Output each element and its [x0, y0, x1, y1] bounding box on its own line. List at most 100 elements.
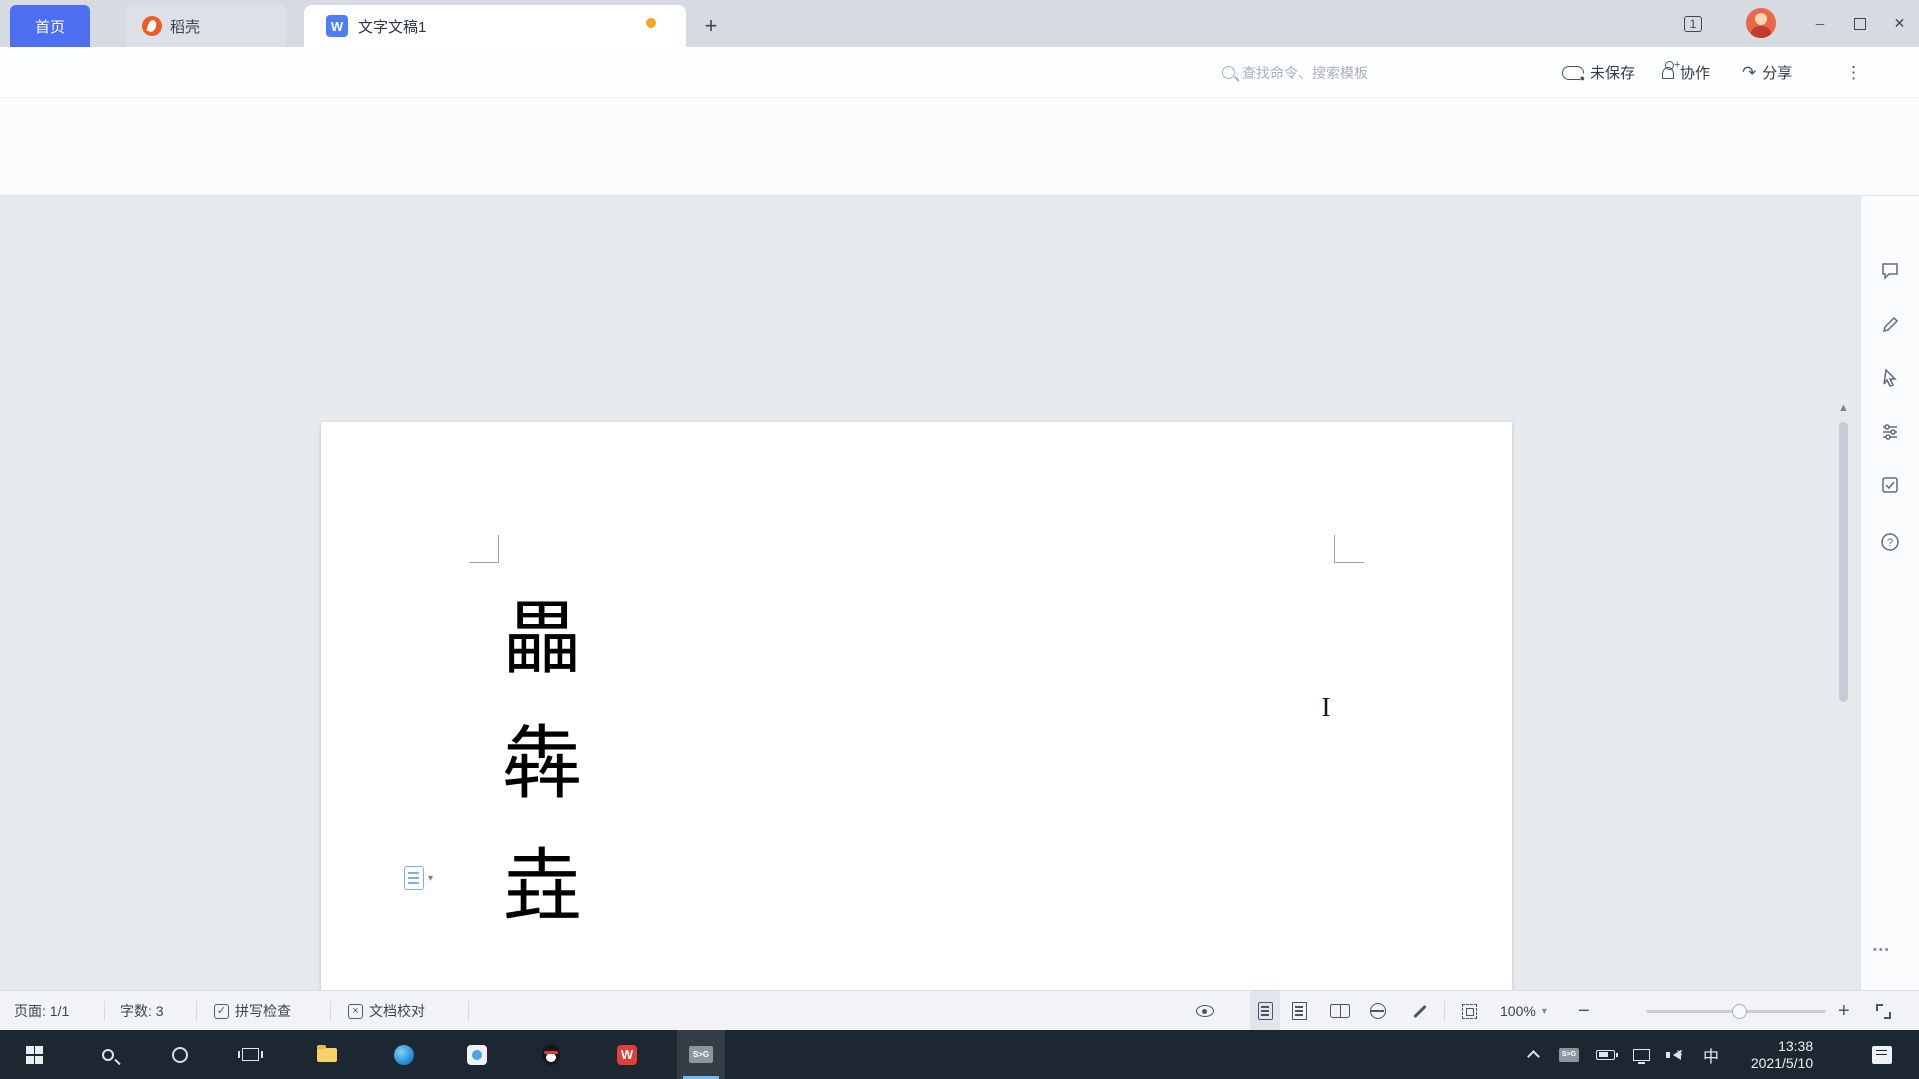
collaborate-button[interactable]: 协作 — [1662, 59, 1710, 86]
folder-icon — [317, 1048, 337, 1062]
page-indicator: 页面: 1/1 — [14, 991, 69, 1031]
word-count[interactable]: 字数: 3 — [120, 991, 164, 1031]
qq-button[interactable] — [527, 1030, 575, 1079]
minimize-button[interactable] — [1800, 0, 1840, 47]
edge-icon — [394, 1045, 414, 1065]
comment-panel-icon[interactable] — [1877, 258, 1903, 284]
command-search[interactable] — [1222, 58, 1422, 87]
new-tab-button[interactable]: + — [694, 9, 728, 43]
web-layout-button[interactable] — [1370, 991, 1386, 1031]
zoom-level[interactable]: 100% — [1500, 991, 1547, 1031]
divider — [104, 1001, 105, 1021]
task-view-button[interactable] — [226, 1030, 274, 1079]
scrollbar-thumb[interactable] — [1839, 422, 1848, 702]
title-tab-bar: 首页 稻壳 W 文字文稿1 + 1 — [0, 0, 1919, 47]
vertical-scrollbar[interactable]: ▲ ▼ ▲▲ ▼▼ — [1836, 396, 1851, 1079]
taskbar-search-button[interactable] — [84, 1030, 132, 1079]
fullscreen-button[interactable] — [1876, 991, 1891, 1031]
menu-bar: 文件 开始 插入 页面布局 引用 审阅 视图 章节 开发工具 — [0, 47, 1919, 98]
ime-indicator[interactable]: 中 — [1696, 1030, 1726, 1079]
zoom-slider[interactable] — [1646, 1010, 1826, 1013]
fit-page-icon — [1462, 1004, 1477, 1019]
pen-tool-icon[interactable] — [1877, 312, 1903, 338]
cortana-button[interactable] — [156, 1030, 204, 1079]
start-button[interactable] — [10, 1030, 58, 1079]
task-view-icon — [242, 1048, 259, 1061]
save-status[interactable]: 未保存 — [1562, 59, 1635, 86]
divider — [196, 1001, 197, 1021]
side-more-icon[interactable] — [1873, 940, 1891, 958]
zoom-slider-knob[interactable] — [1732, 1004, 1747, 1019]
eye-protect-button[interactable] — [1196, 991, 1214, 1031]
volume-muted-icon[interactable] — [1660, 1030, 1694, 1079]
globe-icon — [1370, 1003, 1386, 1019]
network-icon[interactable] — [1624, 1030, 1658, 1079]
battery-icon[interactable] — [1588, 1030, 1622, 1079]
margin-mark-left — [469, 535, 499, 563]
minimize-icon — [1816, 15, 1825, 33]
page-view-button[interactable] — [1250, 991, 1280, 1031]
divider — [330, 1001, 331, 1021]
outline-view-button[interactable] — [1292, 991, 1307, 1031]
wps-button[interactable]: W — [603, 1030, 651, 1079]
maximize-button[interactable] — [1840, 0, 1880, 47]
docer-flame-icon — [142, 16, 162, 36]
margin-mark-right — [1334, 535, 1364, 563]
qq-penguin-icon — [542, 1044, 560, 1065]
writer-doc-icon: W — [326, 15, 348, 37]
wps-writer-window: 首页 稻壳 W 文字文稿1 + 1 文件 — [0, 0, 1919, 1079]
zoom-in-button[interactable]: + — [1838, 991, 1850, 1031]
more-menu-button[interactable] — [1845, 59, 1862, 86]
tray-expand-button[interactable] — [1516, 1030, 1550, 1079]
taskbar-clock[interactable]: 13:38 2021/5/10 — [1734, 1030, 1830, 1079]
cast-app-button[interactable]: S>G — [677, 1030, 725, 1079]
doc-text-line-1[interactable]: 畾 — [502, 588, 622, 692]
document-canvas[interactable]: 畾 犇 垚 I ▲ ▼ ▲▲ ▼▼ — [0, 196, 1860, 990]
divider — [468, 1001, 469, 1021]
paragraph-layout-icon — [404, 866, 424, 890]
text-cursor-pointer: I — [1320, 694, 1332, 720]
zoom-out-button[interactable]: − — [1578, 991, 1590, 1031]
scroll-up-icon[interactable]: ▲ — [1836, 402, 1851, 414]
person-plus-icon — [1662, 67, 1674, 79]
maximize-icon — [1854, 18, 1866, 30]
tray-cast-icon[interactable]: S>G — [1552, 1030, 1586, 1079]
help-icon[interactable]: ? — [1877, 529, 1903, 555]
fit-page-button[interactable] — [1462, 991, 1477, 1031]
close-button[interactable] — [1880, 0, 1919, 47]
cloud-icon — [1562, 66, 1584, 80]
user-avatar[interactable] — [1746, 8, 1776, 38]
ink-pen-icon — [1413, 1004, 1426, 1017]
read-layout-button[interactable] — [1330, 991, 1350, 1031]
select-pane-icon[interactable] — [1877, 365, 1903, 391]
cast-app-icon: S>G — [689, 1046, 713, 1063]
window-count-badge: 1 — [1684, 16, 1702, 32]
action-center-button[interactable] — [1862, 1030, 1902, 1079]
window-manage-button[interactable]: 1 — [1676, 0, 1710, 47]
cortana-icon — [172, 1047, 188, 1063]
photos-app-button[interactable] — [453, 1030, 501, 1079]
notification-icon — [1872, 1046, 1892, 1064]
windows-taskbar: W S>G S>G 中 13:38 2021/5/10 — [0, 1030, 1919, 1079]
task-pane-icon[interactable] — [1877, 472, 1903, 498]
paragraph-layout-button[interactable] — [404, 864, 442, 892]
tab-docer[interactable]: 稻壳 — [126, 5, 286, 47]
photos-icon — [467, 1045, 487, 1065]
proofread-toggle[interactable]: × 文档校对 — [348, 991, 425, 1031]
tab-home[interactable]: 首页 — [10, 5, 90, 47]
tab-document[interactable]: W 文字文稿1 — [304, 5, 686, 47]
share-button[interactable]: 分享 — [1742, 59, 1792, 86]
book-icon — [1330, 1004, 1350, 1018]
properties-tune-icon[interactable] — [1877, 419, 1903, 445]
edge-button[interactable] — [380, 1030, 428, 1079]
doc-text-line-2[interactable]: 犇 — [502, 713, 622, 817]
document-page[interactable]: 畾 犇 垚 — [321, 422, 1512, 1079]
close-icon — [1894, 15, 1906, 33]
status-bar: 页面: 1/1 字数: 3 ✓ 拼写检查 × 文档校对 100% − + — [0, 990, 1919, 1030]
file-explorer-button[interactable] — [303, 1030, 351, 1079]
doc-text-line-3[interactable]: 垚 — [502, 836, 622, 940]
ink-button[interactable] — [1412, 991, 1428, 1031]
side-toolbar: ? — [1860, 196, 1919, 990]
search-input[interactable] — [1242, 65, 1412, 81]
spell-check-toggle[interactable]: ✓ 拼写检查 — [214, 991, 291, 1031]
